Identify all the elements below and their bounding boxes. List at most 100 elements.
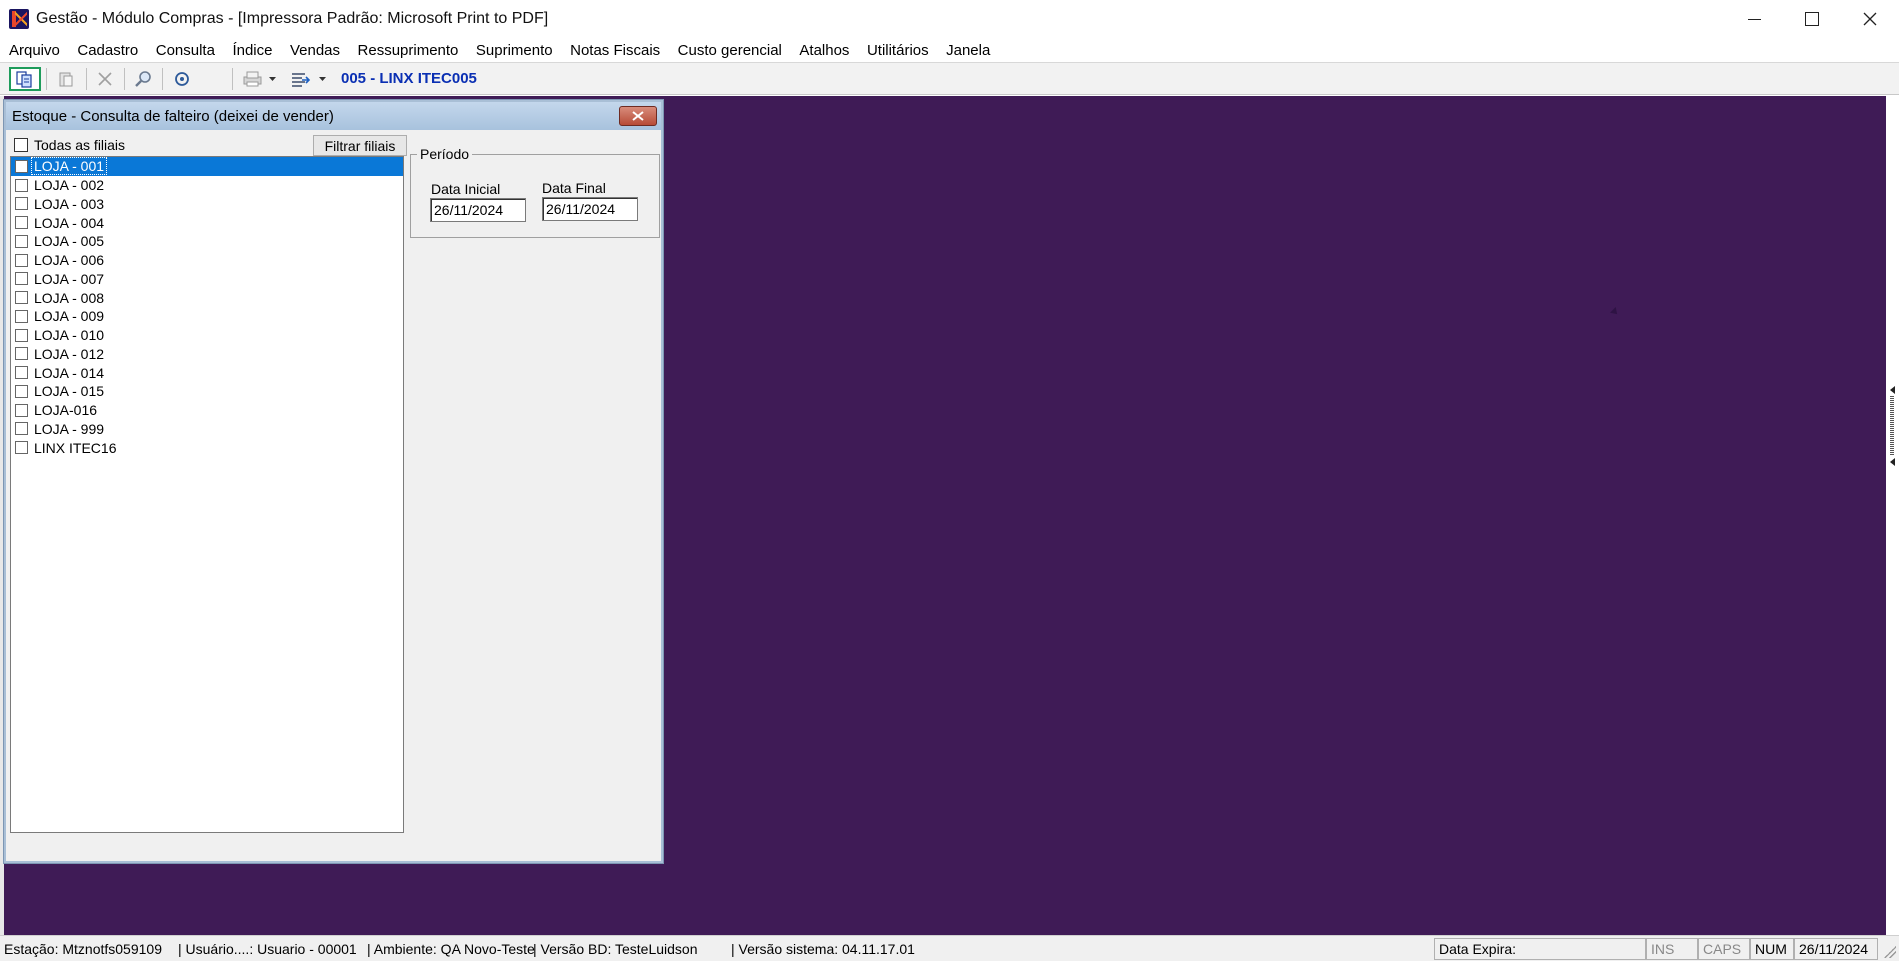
checkbox-icon[interactable] bbox=[15, 272, 28, 286]
branch-label: LOJA - 006 bbox=[34, 252, 105, 269]
branch-label: LOJA - 012 bbox=[34, 345, 105, 362]
branch-filter-row: Todas as filiais Filtrar filiais bbox=[10, 135, 407, 156]
toolbar-separator bbox=[162, 68, 163, 90]
period-group: Período Data Inicial Data Final bbox=[410, 146, 660, 238]
checkbox-icon[interactable] bbox=[15, 403, 28, 417]
status-db-version: | Versão BD: TesteLuidson bbox=[533, 941, 698, 957]
branch-label: LOJA - 005 bbox=[34, 233, 105, 250]
mouse-cursor-icon bbox=[1610, 307, 1620, 317]
menu-cadastro[interactable]: Cadastro bbox=[77, 42, 138, 59]
branch-label: LOJA - 007 bbox=[34, 270, 105, 287]
menu-atalhos[interactable]: Atalhos bbox=[799, 42, 849, 59]
list-item[interactable]: LOJA - 001 bbox=[11, 157, 403, 176]
target-icon bbox=[175, 72, 189, 86]
end-date-input[interactable] bbox=[542, 197, 638, 221]
export-icon bbox=[292, 73, 326, 87]
menu-arquivo[interactable]: Arquivo bbox=[9, 42, 60, 59]
title-bar: Gestão - Módulo Compras - [Impressora Pa… bbox=[0, 0, 1899, 38]
child-close-button[interactable] bbox=[619, 106, 657, 126]
menu-vendas[interactable]: Vendas bbox=[290, 42, 340, 59]
list-item[interactable]: LOJA - 005 bbox=[11, 232, 403, 251]
menu-bar: Arquivo Cadastro Consulta Índice Vendas … bbox=[0, 38, 1899, 62]
list-item[interactable]: LOJA - 007 bbox=[11, 270, 403, 289]
list-item[interactable]: LOJA - 008 bbox=[11, 288, 403, 307]
checkbox-icon[interactable] bbox=[15, 253, 28, 267]
export-button[interactable] bbox=[288, 67, 330, 91]
list-item[interactable]: LOJA - 015 bbox=[11, 382, 403, 401]
minimize-button[interactable] bbox=[1725, 0, 1783, 38]
print-button[interactable] bbox=[240, 67, 280, 91]
resize-grip-icon[interactable] bbox=[1884, 946, 1896, 958]
delete-icon bbox=[98, 72, 112, 86]
search-button[interactable] bbox=[133, 67, 153, 91]
checkbox-icon[interactable] bbox=[15, 178, 28, 192]
start-date-input[interactable] bbox=[430, 198, 526, 222]
list-item[interactable]: LOJA - 004 bbox=[11, 213, 403, 232]
status-num: NUM bbox=[1750, 938, 1794, 960]
menu-ressuprimento[interactable]: Ressuprimento bbox=[358, 42, 459, 59]
list-item[interactable]: LOJA - 012 bbox=[11, 345, 403, 364]
end-date-label: Data Final bbox=[542, 180, 606, 196]
paste-button[interactable] bbox=[56, 67, 76, 91]
branch-label: LOJA - 002 bbox=[34, 177, 105, 194]
menu-utilitarios[interactable]: Utilitários bbox=[867, 42, 929, 59]
list-item[interactable]: LINX ITEC16 bbox=[11, 438, 403, 457]
all-branches-checkbox[interactable]: Todas as filiais bbox=[14, 137, 125, 153]
menu-notas-fiscais[interactable]: Notas Fiscais bbox=[570, 42, 660, 59]
menu-consulta[interactable]: Consulta bbox=[156, 42, 215, 59]
period-legend: Período bbox=[417, 146, 473, 162]
checkbox-icon[interactable] bbox=[15, 159, 28, 173]
close-button[interactable] bbox=[1841, 0, 1899, 38]
checkbox-icon bbox=[14, 138, 28, 152]
branch-label: LOJA-016 bbox=[34, 402, 98, 419]
menu-janela[interactable]: Janela bbox=[946, 42, 990, 59]
menu-suprimento[interactable]: Suprimento bbox=[476, 42, 553, 59]
checkbox-icon[interactable] bbox=[15, 347, 28, 361]
list-item[interactable]: LOJA-016 bbox=[11, 401, 403, 420]
menu-custo-gerencial[interactable]: Custo gerencial bbox=[678, 42, 782, 59]
close-icon bbox=[1863, 12, 1877, 26]
checkbox-icon[interactable] bbox=[15, 234, 28, 248]
list-item[interactable]: LOJA - 002 bbox=[11, 176, 403, 195]
close-icon bbox=[632, 111, 644, 121]
side-panel-grip-icon[interactable] bbox=[1889, 386, 1897, 466]
checkbox-icon[interactable] bbox=[15, 422, 28, 436]
list-item[interactable]: LOJA - 006 bbox=[11, 251, 403, 270]
list-item[interactable]: LOJA - 999 bbox=[11, 420, 403, 439]
checkbox-icon[interactable] bbox=[15, 309, 28, 323]
toolbar-separator bbox=[232, 68, 233, 90]
checkbox-icon[interactable] bbox=[15, 216, 28, 230]
list-item[interactable]: LOJA - 010 bbox=[11, 326, 403, 345]
maximize-button[interactable] bbox=[1783, 0, 1841, 38]
toolbar-separator bbox=[46, 68, 47, 90]
stock-shortage-window: Estoque - Consulta de falteiro (deixei d… bbox=[4, 100, 663, 863]
status-ins: INS bbox=[1646, 938, 1698, 960]
branch-label: LOJA - 010 bbox=[34, 327, 105, 344]
checkbox-icon[interactable] bbox=[15, 328, 28, 342]
delete-button[interactable] bbox=[95, 67, 115, 91]
start-date-label: Data Inicial bbox=[431, 181, 501, 197]
toolbar-separator bbox=[86, 68, 87, 90]
child-window-titlebar[interactable]: Estoque - Consulta de falteiro (deixei d… bbox=[6, 102, 661, 130]
child-window-body: Todas as filiais Filtrar filiais LOJA - … bbox=[6, 130, 661, 859]
filter-branches-button[interactable]: Filtrar filiais bbox=[313, 135, 407, 156]
app-logo-icon bbox=[9, 9, 29, 29]
checkbox-icon[interactable] bbox=[15, 366, 28, 380]
status-caps: CAPS bbox=[1698, 938, 1750, 960]
branch-label: LOJA - 003 bbox=[34, 195, 105, 212]
status-user: | Usuário....: Usuario - 00001 bbox=[178, 941, 357, 957]
list-item[interactable]: LOJA - 014 bbox=[11, 363, 403, 382]
branch-list[interactable]: LOJA - 001 LOJA - 002 LOJA - 003 LOJA - 004… bbox=[10, 156, 404, 833]
branch-label: LOJA - 999 bbox=[34, 420, 105, 437]
list-item[interactable]: LOJA - 003 bbox=[11, 195, 403, 214]
new-record-button[interactable] bbox=[9, 67, 41, 91]
checkbox-icon[interactable] bbox=[15, 291, 28, 305]
checkbox-icon[interactable] bbox=[15, 384, 28, 398]
checkbox-icon[interactable] bbox=[15, 197, 28, 211]
list-item[interactable]: LOJA - 009 bbox=[11, 307, 403, 326]
status-expiration: Data Expira: bbox=[1434, 938, 1646, 960]
checkbox-icon[interactable] bbox=[15, 441, 28, 455]
menu-indice[interactable]: Índice bbox=[232, 42, 272, 59]
target-button[interactable] bbox=[172, 67, 192, 91]
toolbar: 005 - LINX ITEC005 bbox=[0, 62, 1899, 95]
